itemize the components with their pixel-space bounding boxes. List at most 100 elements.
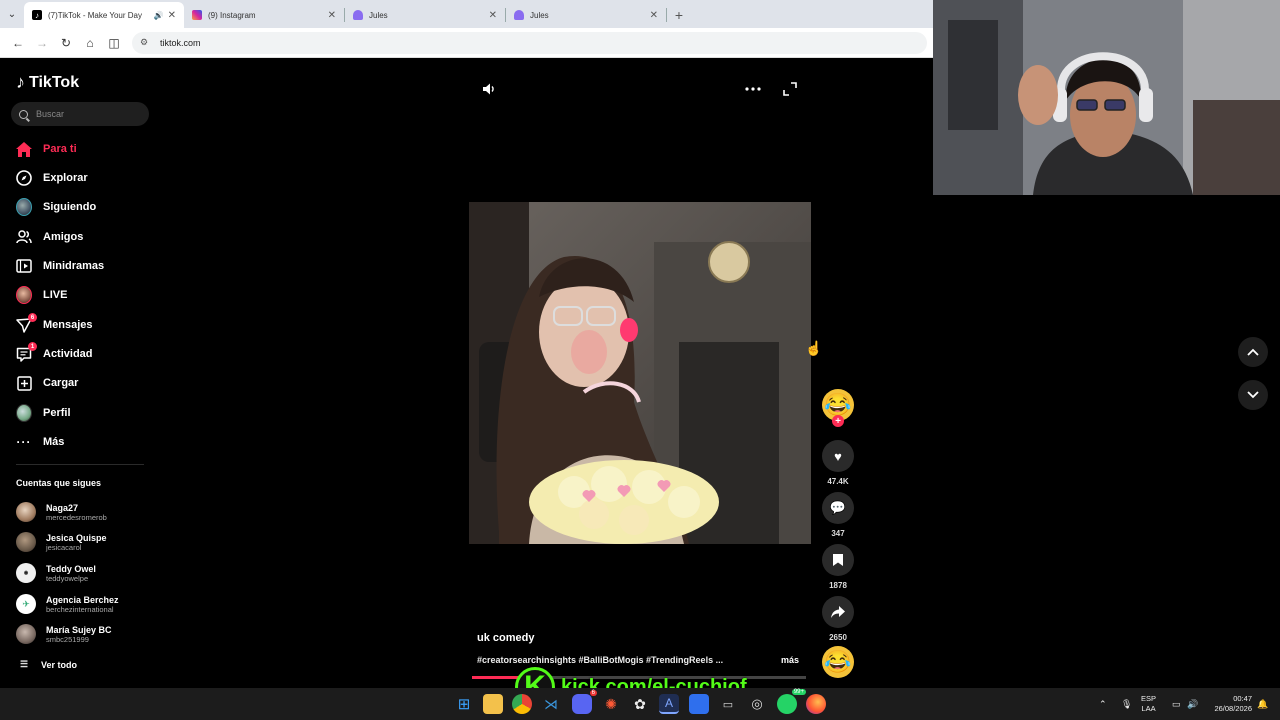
- windows-start-icon[interactable]: ⊞: [454, 694, 474, 714]
- instagram-icon: [192, 10, 202, 20]
- follow-plus-icon[interactable]: +: [832, 415, 844, 427]
- music-disc[interactable]: 😂: [822, 646, 854, 678]
- blue-app-icon[interactable]: [689, 694, 709, 714]
- browser-tab-bar: ⌄ ♪ (7)TikTok - Make Your Day 🔊 ✕ (9) In…: [0, 0, 933, 28]
- chevron-down-icon: [1247, 391, 1259, 399]
- sidebar-item-mensajes[interactable]: 6 Mensajes: [16, 313, 146, 335]
- volume-tray-icon[interactable]: 🔊: [1187, 688, 1198, 720]
- video-player[interactable]: [469, 202, 811, 544]
- sidebar-item-actividad[interactable]: 1 Actividad: [16, 342, 146, 364]
- like-button[interactable]: ♥: [822, 440, 854, 472]
- see-all-button[interactable]: ☰ Ver todo: [20, 659, 77, 670]
- video-hashtags[interactable]: #creatorsearchinsights #BalliBotMogis #T…: [477, 655, 723, 665]
- back-icon[interactable]: ←: [6, 31, 30, 55]
- sidebar-item-minidramas[interactable]: Minidramas: [16, 256, 146, 276]
- close-tab-icon[interactable]: ✕: [650, 10, 658, 21]
- activity-badge: 1: [28, 342, 37, 351]
- film-icon: [16, 258, 32, 274]
- heart-icon: ♥: [834, 448, 842, 464]
- system-clock[interactable]: 00:47 26/08/2026: [1206, 694, 1252, 714]
- notification-icon[interactable]: 🔔: [1257, 688, 1268, 720]
- fullscreen-icon[interactable]: [783, 82, 797, 101]
- active-app-icon[interactable]: A: [659, 694, 679, 714]
- tab-search-chevron-icon[interactable]: ⌄: [0, 0, 24, 28]
- caption-more-button[interactable]: más: [781, 655, 799, 665]
- language-indicator[interactable]: ESP LAA: [1141, 694, 1156, 714]
- followed-account[interactable]: Naga27 mercedesromerob: [16, 499, 156, 525]
- avatar: [16, 624, 36, 644]
- sidebar-item-label: Actividad: [43, 348, 93, 360]
- reload-icon[interactable]: ↻: [54, 31, 78, 55]
- close-tab-icon[interactable]: ✕: [489, 10, 497, 21]
- address-bar[interactable]: ⚙ tiktok.com: [132, 31, 927, 54]
- new-tab-button[interactable]: +: [667, 2, 691, 28]
- sidebar-item-label: Cargar: [43, 377, 79, 389]
- firefox-icon[interactable]: [806, 694, 826, 714]
- sidebar-item-cargar[interactable]: Cargar: [16, 373, 146, 393]
- sidebar-item-label: Para ti: [43, 143, 77, 155]
- home-icon: [16, 141, 32, 157]
- microphone-icon[interactable]: 🎙: [1121, 688, 1132, 720]
- sidebar-item-para-ti[interactable]: Para ti: [16, 139, 146, 159]
- followed-account[interactable]: Jesica Quispe jesicacarol: [16, 529, 156, 555]
- sidebar-item-explorar[interactable]: Explorar: [16, 168, 146, 188]
- sidebar-item-siguiendo[interactable]: Siguiendo: [16, 197, 146, 217]
- tray-overflow-icon[interactable]: ⌃: [1099, 688, 1107, 720]
- discord-icon[interactable]: 6: [572, 690, 597, 714]
- sidebar-item-mas[interactable]: ··· Más: [16, 432, 146, 452]
- sidebar-item-label: Siguiendo: [43, 201, 97, 213]
- vscode-icon[interactable]: ⋊: [541, 694, 561, 714]
- search-input[interactable]: Buscar: [11, 102, 149, 126]
- sidebar-item-label: Amigos: [43, 231, 84, 243]
- burst-app-icon[interactable]: ✺: [601, 694, 621, 714]
- tab-label: (7)TikTok - Make Your Day: [48, 10, 142, 20]
- browser-tab-jules-2[interactable]: Jules ✕: [506, 2, 666, 28]
- more-options-icon[interactable]: [745, 82, 761, 99]
- volume-icon[interactable]: [482, 82, 496, 101]
- clock-date: 26/08/2026: [1214, 704, 1252, 713]
- account-name: Naga27: [46, 502, 79, 513]
- obs-icon[interactable]: ◎: [747, 694, 767, 714]
- chatgpt-icon[interactable]: ✿: [630, 694, 650, 714]
- sidebar-item-amigos[interactable]: Amigos: [16, 227, 146, 247]
- following-avatar-icon: [16, 198, 32, 216]
- comment-button[interactable]: 💬: [822, 492, 854, 524]
- whatsapp-icon[interactable]: 99+: [777, 689, 806, 714]
- sidebar-item-perfil[interactable]: Perfil: [16, 403, 146, 423]
- browser-tab-instagram[interactable]: (9) Instagram ✕: [184, 2, 344, 28]
- list-icon: ☰: [20, 659, 29, 669]
- split-view-icon[interactable]: ◫: [102, 31, 126, 55]
- followed-account[interactable]: ◉ Teddy Owel teddyowelpe: [16, 560, 156, 586]
- jules-icon: [353, 10, 363, 20]
- profile-avatar-icon: [16, 404, 32, 422]
- screen: ⌄ ♪ (7)TikTok - Make Your Day 🔊 ✕ (9) In…: [0, 0, 1280, 720]
- terminal-icon[interactable]: ▭: [718, 694, 738, 714]
- site-info-icon[interactable]: ⚙: [140, 37, 152, 49]
- share-button[interactable]: [822, 596, 854, 628]
- previous-video-button[interactable]: [1238, 337, 1268, 367]
- browser-tab-jules-1[interactable]: Jules ✕: [345, 2, 505, 28]
- home-button-icon[interactable]: ⌂: [78, 31, 102, 55]
- sidebar-item-label: Minidramas: [43, 260, 105, 272]
- save-button[interactable]: [822, 544, 854, 576]
- browser-tab-tiktok[interactable]: ♪ (7)TikTok - Make Your Day 🔊 ✕: [24, 2, 184, 28]
- tiktok-logo[interactable]: ♪ TikTok: [16, 72, 79, 93]
- more-dots-icon: ···: [16, 435, 32, 449]
- sidebar-divider: [16, 464, 144, 465]
- followed-account[interactable]: ✈ Agencia Berchez berchezinternational: [16, 591, 156, 617]
- close-tab-icon[interactable]: ✕: [168, 10, 176, 21]
- close-tab-icon[interactable]: ✕: [328, 10, 336, 21]
- tab-audio-icon[interactable]: 🔊: [154, 11, 164, 20]
- followed-account[interactable]: María Sujey BC smbc251999: [16, 621, 156, 647]
- sidebar-item-label: Explorar: [43, 172, 88, 184]
- chrome-icon[interactable]: [512, 694, 532, 714]
- jules-icon: [514, 10, 524, 20]
- account-handle: jesicacarol: [46, 542, 82, 552]
- forward-icon[interactable]: →: [30, 31, 54, 55]
- account-name: Agencia Berchez: [46, 594, 119, 605]
- sidebar-item-live[interactable]: LIVE: [16, 285, 146, 305]
- file-explorer-icon[interactable]: [483, 694, 503, 714]
- share-arrow-icon: [831, 606, 845, 618]
- next-video-button[interactable]: [1238, 380, 1268, 410]
- network-icon[interactable]: ▭: [1172, 688, 1181, 720]
